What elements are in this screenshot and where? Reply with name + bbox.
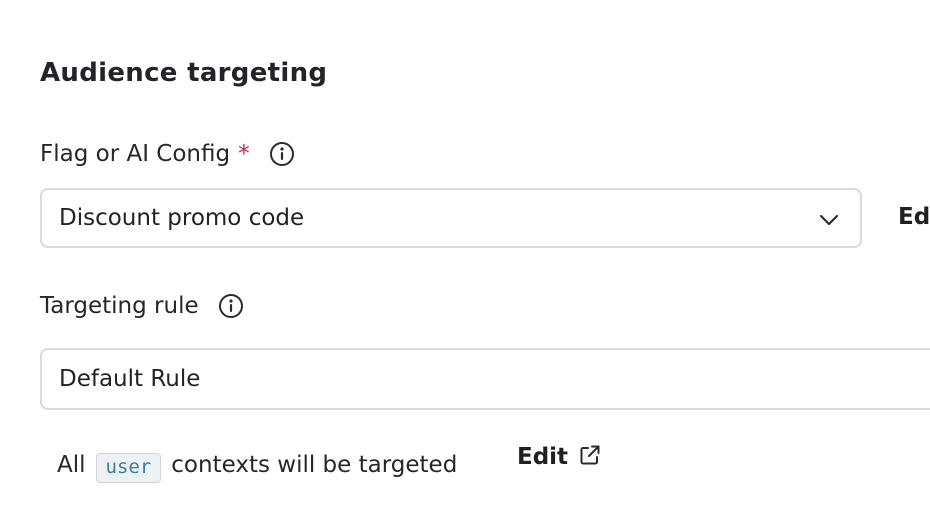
info-icon[interactable] <box>268 140 296 168</box>
edit-link-label: Edit <box>517 444 569 470</box>
targeting-rule-value: Default Rule <box>59 366 201 392</box>
flag-select[interactable]: Discount promo code <box>40 188 862 248</box>
audience-targeting-panel: Audience targeting Flag or AI Config * D… <box>0 0 930 528</box>
targeting-rule-field[interactable]: Default Rule <box>40 348 930 410</box>
edit-flag-link[interactable]: Ed <box>898 204 930 230</box>
flag-select-value: Discount promo code <box>59 205 305 231</box>
flag-field-label: Flag or AI Config * <box>40 140 296 168</box>
section-title: Audience targeting <box>40 58 328 88</box>
rule-field-label: Targeting rule <box>40 292 245 320</box>
context-kind-chip: user <box>95 453 162 483</box>
rule-field-label-text: Targeting rule <box>40 293 199 319</box>
edit-targeting-link[interactable]: Edit <box>517 444 602 470</box>
summary-suffix: contexts will be targeted <box>171 452 458 478</box>
chevron-down-icon <box>819 214 839 226</box>
flag-field-label-text: Flag or AI Config <box>40 141 231 167</box>
required-marker: * <box>238 141 250 167</box>
targeting-summary: All user contexts will be targeted <box>57 450 458 483</box>
summary-prefix: All <box>57 452 86 478</box>
external-link-icon <box>580 445 600 465</box>
info-icon[interactable] <box>217 292 245 320</box>
